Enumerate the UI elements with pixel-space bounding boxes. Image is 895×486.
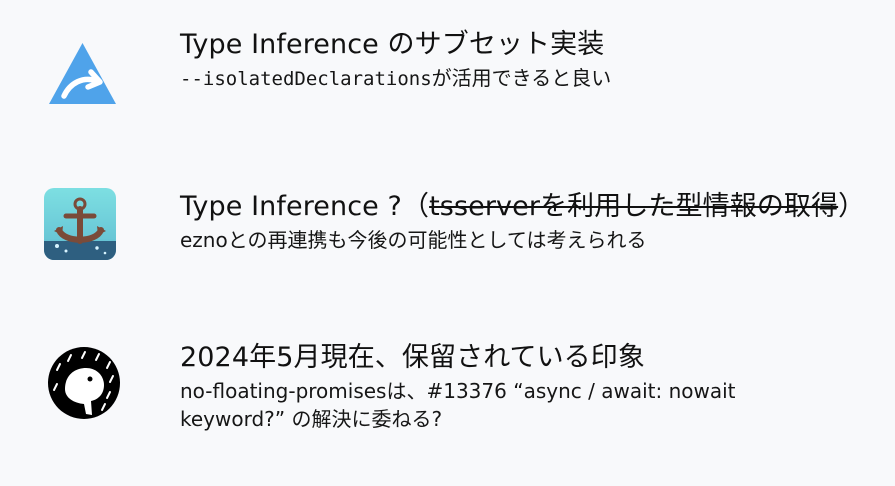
item-title-suffix-2: ） [838, 191, 866, 222]
item-subtitle-3: no-floating-promisesは、#13376 “async / aw… [180, 379, 736, 431]
item-title-1: Type Inference のサブセット実装 [180, 29, 605, 60]
deno-logo-icon [47, 346, 121, 420]
item-subtitle-2: eznoとの再連携も今後の可能性としては考えられる [180, 228, 647, 252]
item-text-2: Type Inference ?（tsserverを利用した型情報の取得） ez… [180, 190, 871, 254]
item-floating-promises: 2024年5月現在、保留されている印象 no-floating-promises… [0, 341, 895, 431]
item-title-3: 2024年5月現在、保留されている印象 [180, 342, 645, 373]
item-text-1: Type Inference のサブセット実装 --isolatedDeclar… [180, 28, 871, 93]
item-title-prefix-2: Type Inference ?（ [180, 191, 430, 222]
item-text-3: 2024年5月現在、保留されている印象 no-floating-promises… [180, 341, 871, 433]
item-subtitle-code-1: --isolatedDeclarations [180, 68, 432, 90]
item-subtitle-rest-1: が活用できると良い [431, 66, 612, 90]
typescript-stc-logo-icon [45, 33, 120, 108]
item-subtitle-1: --isolatedDeclarationsが活用できると良い [180, 64, 871, 93]
item-title-2: Type Inference ?（tsserverを利用した型情報の取得） [180, 190, 871, 224]
anchor-logo-icon [44, 188, 116, 260]
item-type-inference-subset: Type Inference のサブセット実装 --isolatedDeclar… [0, 28, 895, 118]
item-title-strike-2: tsserverを利用した型情報の取得 [429, 191, 839, 222]
item-type-inference-tsserver: Type Inference ?（tsserverを利用した型情報の取得） ez… [0, 188, 895, 280]
